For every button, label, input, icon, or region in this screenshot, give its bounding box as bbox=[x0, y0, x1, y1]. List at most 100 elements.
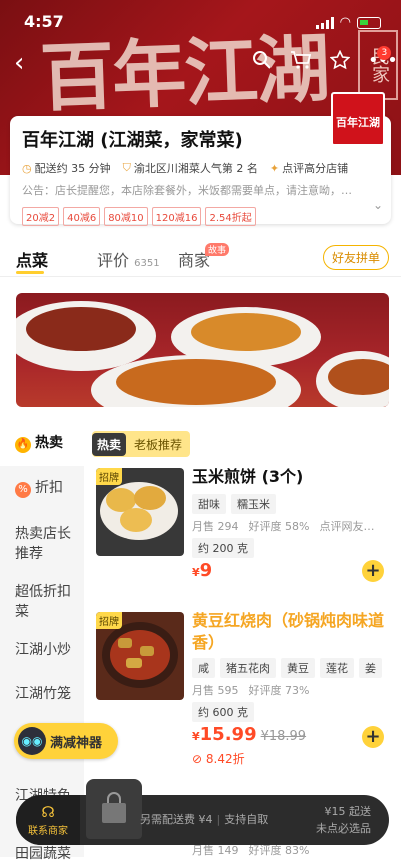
self-pickup-text: 支持自取 bbox=[224, 813, 269, 826]
add-to-cart-button[interactable]: + bbox=[362, 726, 384, 748]
dish-tag: 猪五花肉 bbox=[220, 658, 276, 678]
group-order-button[interactable]: 好友拼单 bbox=[322, 245, 389, 270]
battery-icon bbox=[357, 16, 381, 29]
signal-icon bbox=[315, 16, 334, 29]
monthly-sales: 月售 595 bbox=[192, 684, 239, 697]
delivery-time: ◷ 配送约 35 分钟 bbox=[22, 160, 111, 176]
favorite-star-icon[interactable] bbox=[329, 49, 351, 75]
contact-merchant-button[interactable]: ☊ 联系商家 bbox=[16, 795, 80, 845]
signature-badge: 招牌 bbox=[96, 468, 122, 485]
discount-rate: ⊘ 8.42折 bbox=[192, 750, 245, 767]
promo-tags[interactable]: 20减2 40减6 80减10 120减16 2.54折起 bbox=[22, 207, 379, 226]
sidebar-item-bamboo-steamer[interactable]: 江湖竹笼 bbox=[0, 684, 84, 704]
price-value: 15.99 bbox=[199, 724, 257, 745]
tab-reviews-label: 评价 bbox=[97, 251, 130, 270]
promo-tag: 40减6 bbox=[63, 207, 101, 226]
store-logo: 百年江湖 bbox=[331, 92, 385, 146]
hot-label: 热卖 bbox=[92, 432, 127, 456]
sidebar-item-manager-pick[interactable]: 热卖店长推荐 bbox=[0, 524, 76, 564]
rating: 好评度 73% bbox=[248, 684, 310, 697]
shield-icon: ⛉ bbox=[122, 161, 131, 174]
flame-icon: 🔥 bbox=[15, 437, 31, 453]
dish-tag: 黄豆 bbox=[281, 658, 315, 678]
store-meta: ◷ 配送约 35 分钟 ⛉ 渝北区川湘菜人气第 2 名 ✦ 点评高分店铺 bbox=[22, 160, 379, 176]
story-tag: 故事 bbox=[205, 243, 230, 256]
search-icon[interactable] bbox=[252, 50, 272, 75]
original-price: ¥18.99 bbox=[260, 729, 307, 744]
dish-tags: 咸 猪五花肉 黄豆 莲花 姜 bbox=[192, 658, 382, 678]
food-banner-image[interactable] bbox=[16, 293, 389, 407]
dish-image[interactable]: 招牌 bbox=[96, 468, 184, 556]
price-value: 9 bbox=[199, 560, 213, 581]
shopping-bag-icon[interactable] bbox=[86, 779, 142, 839]
delivery-fee-text: 另需配送费 ¥4 bbox=[140, 813, 213, 826]
discount-helper-label: 满减神器 bbox=[50, 735, 103, 751]
tab-order[interactable]: 点菜 bbox=[16, 247, 48, 271]
contact-merchant-label: 联系商家 bbox=[28, 826, 68, 837]
promo-tag: 120减16 bbox=[151, 207, 202, 226]
dish-price: ¥9 bbox=[192, 560, 212, 581]
promo-tag: 80减10 bbox=[104, 207, 148, 226]
dish-tag: 咸 bbox=[192, 658, 215, 678]
discount-helper-button[interactable]: ◉◉ 满减神器 bbox=[14, 723, 118, 759]
review-snippet: 点评网友… bbox=[319, 520, 375, 533]
store-notice: 公告：店长提醒您，本店除套餐外，米饭都需要单点，请注意呦，… bbox=[22, 184, 352, 197]
dish-weight: 约 600 克 bbox=[192, 702, 254, 722]
required-items-note: 未点必选品 bbox=[316, 822, 371, 835]
sidebar-item-stir-fry[interactable]: 江湖小炒 bbox=[0, 640, 84, 660]
dish-stats: 月售 595 好评度 73% bbox=[192, 682, 309, 698]
sidebar-item-vegetables[interactable]: 田园蔬菜 bbox=[0, 844, 84, 864]
dish-tag: 姜 bbox=[359, 658, 382, 678]
review-count: 6351 bbox=[134, 258, 160, 269]
more-menu-icon[interactable]: ••• 3 bbox=[368, 46, 398, 71]
sidebar-item-discount[interactable]: % 折扣 bbox=[0, 478, 84, 498]
top-nav: ‹ ••• 3 bbox=[0, 46, 401, 80]
promo-tag: 20减2 bbox=[22, 207, 60, 226]
clock-icon: ◷ bbox=[22, 161, 32, 175]
delivery-fee: 另需配送费 ¥4 | 支持自取 bbox=[140, 813, 269, 826]
notification-badge: 3 bbox=[376, 46, 391, 60]
section-header: 热卖 老板推荐 bbox=[92, 431, 191, 457]
promo-tag: 2.54折起 bbox=[205, 207, 256, 226]
discount-text: 8.42折 bbox=[205, 752, 245, 766]
status-icons: ◠ bbox=[315, 15, 381, 30]
signature-badge: 招牌 bbox=[96, 612, 122, 629]
chevron-down-icon[interactable]: ⌄ bbox=[373, 198, 383, 212]
sidebar-item-hot[interactable]: 🔥 热卖 bbox=[0, 420, 84, 466]
delivery-time-text: 配送约 35 分钟 bbox=[34, 162, 111, 175]
tab-underline bbox=[16, 271, 44, 274]
rating: 好评度 58% bbox=[248, 520, 310, 533]
min-order-amount: ¥15 起送 bbox=[324, 805, 372, 818]
chat-icon: ☊ bbox=[41, 803, 55, 821]
dish-stats: 月售 294 好评度 58% 点评网友… bbox=[192, 518, 374, 534]
discount-icon: ⊘ bbox=[192, 752, 203, 766]
dish-weight: 约 200 克 bbox=[192, 538, 254, 558]
tab-reviews[interactable]: 评价 6351 bbox=[97, 247, 160, 271]
dish-name: 黄豆红烧肉（砂锅炖肉味道香） bbox=[192, 611, 385, 652]
store-tabs: 点菜 评价 6351 商家 故事 好友拼单 bbox=[0, 243, 401, 277]
cart-bar[interactable]: ☊ 联系商家 另需配送费 ¥4 | 支持自取 ¥15 起送 未点必选品 bbox=[16, 779, 389, 845]
dish-item[interactable]: 招牌 玉米煎饼 (3个) 甜味 糯玉米 月售 294 好评度 58% 点评网友…… bbox=[96, 467, 396, 588]
ranking-text: 渝北区川湘菜人气第 2 名 bbox=[133, 162, 258, 175]
dish-tag: 糯玉米 bbox=[231, 494, 276, 514]
tab-order-label: 点菜 bbox=[16, 251, 49, 270]
dish-item[interactable]: 招牌 黄豆红烧肉（砂锅炖肉味道香） 咸 猪五花肉 黄豆 莲花 姜 月售 595 … bbox=[96, 611, 396, 772]
reputation-text: 点评高分店铺 bbox=[282, 162, 349, 175]
status-time: 4:57 bbox=[24, 12, 64, 31]
dish-image[interactable]: 招牌 bbox=[96, 612, 184, 700]
discount-icon: % bbox=[15, 482, 31, 498]
dish-tag: 甜味 bbox=[192, 494, 226, 514]
reputation: ✦ 点评高分店铺 bbox=[270, 160, 348, 176]
back-icon[interactable]: ‹ bbox=[14, 48, 24, 78]
dish-tags: 甜味 糯玉米 bbox=[192, 494, 276, 514]
sidebar-item-super-discount[interactable]: 超低折扣菜 bbox=[0, 582, 76, 622]
monthly-sales: 月售 294 bbox=[192, 520, 239, 533]
dish-tag: 莲花 bbox=[320, 658, 354, 678]
wifi-icon: ◠ bbox=[339, 15, 351, 30]
sidebar-item-label: 热卖 bbox=[35, 435, 63, 451]
add-to-cart-button[interactable]: + bbox=[362, 560, 384, 582]
ranking: ⛉ 渝北区川湘菜人气第 2 名 bbox=[123, 160, 258, 176]
currency: ¥ bbox=[192, 730, 200, 743]
cart-icon[interactable] bbox=[290, 50, 312, 75]
min-order: ¥15 起送 未点必选品 bbox=[316, 803, 371, 837]
